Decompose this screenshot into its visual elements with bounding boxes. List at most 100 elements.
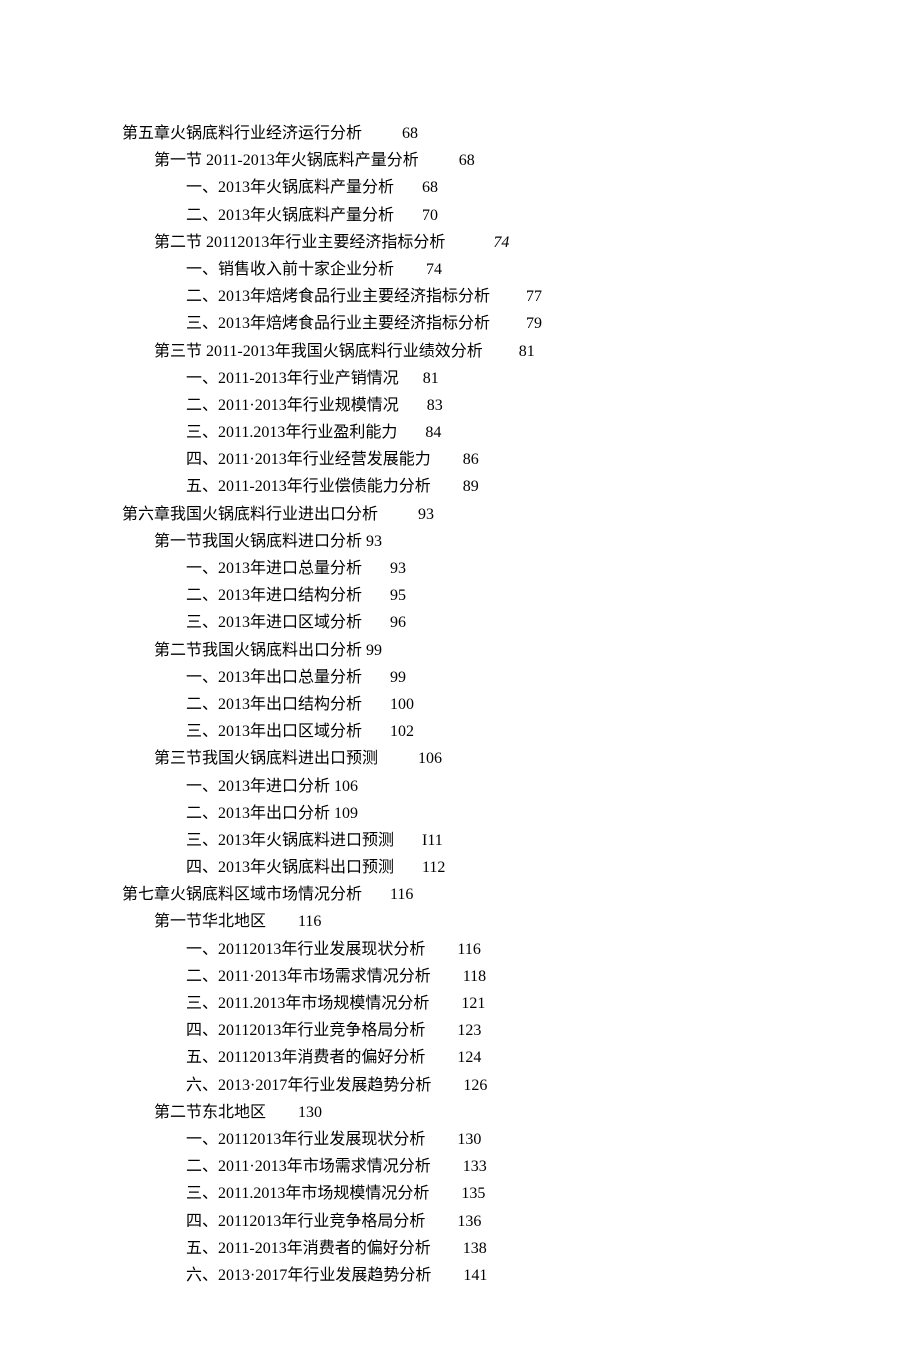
toc-text: 三、2011.2013年市场规模情况分析 xyxy=(186,1185,429,1202)
toc-gap xyxy=(483,343,519,360)
toc-entry: 第一节我国火锅底料进口分析 93 xyxy=(154,528,840,555)
toc-page-number: 100 xyxy=(390,696,414,713)
toc-entry: 一、2013年进口总量分析 93 xyxy=(186,555,840,582)
toc-page-number: 68 xyxy=(459,152,475,169)
toc-gap xyxy=(425,1131,457,1148)
toc-page-number: 136 xyxy=(457,1213,481,1230)
toc-page-number: 138 xyxy=(463,1240,487,1257)
toc-entry: 六、2013·2017年行业发展趋势分析 126 xyxy=(186,1072,840,1099)
toc-gap xyxy=(266,913,298,930)
toc-page-number: 112 xyxy=(422,859,445,876)
toc-page-number: 130 xyxy=(457,1131,481,1148)
toc-entry: 三、2011.2013年市场规模情况分析 135 xyxy=(186,1180,840,1207)
toc-page-number: 124 xyxy=(457,1049,481,1066)
toc-page-number: I11 xyxy=(422,832,443,849)
toc-gap xyxy=(425,1022,457,1039)
toc-gap xyxy=(431,478,463,495)
toc-text: 四、2011·2013年行业经营发展能力 xyxy=(186,451,431,468)
toc-text: 一、20112013年行业发展现状分析 xyxy=(186,1131,425,1148)
toc-text: 二、2011·2013年市场需求情况分析 xyxy=(186,968,431,985)
toc-text: 二、2013年焙烤食品行业主要经济指标分析 xyxy=(186,288,490,305)
toc-text: 第三节 2011-2013年我国火锅底料行业绩效分析 xyxy=(154,343,483,360)
toc-gap xyxy=(362,560,390,577)
toc-page-number: 74 xyxy=(493,234,509,251)
toc-page-number: 70 xyxy=(422,207,438,224)
toc-gap xyxy=(431,451,463,468)
toc-text: 一、2013年进口总量分析 xyxy=(186,560,362,577)
toc-page-number: 133 xyxy=(463,1158,487,1175)
toc-entry: 三、2013年火锅底料进口预测 I11 xyxy=(186,827,840,854)
toc-text: 三、2011.2013年行业盈利能力 xyxy=(186,424,397,441)
toc-gap xyxy=(362,886,390,903)
toc-gap xyxy=(394,832,422,849)
toc-text: 二、2013年火锅底料产量分析 xyxy=(186,207,394,224)
toc-gap xyxy=(394,179,422,196)
toc-text: 一、2013年进口分析 106 xyxy=(186,778,358,795)
toc-text: 第六章我国火锅底料行业进出口分析 xyxy=(122,506,378,523)
toc-entry: 六、2013·2017年行业发展趋势分析 141 xyxy=(186,1262,840,1289)
toc-page-number: 68 xyxy=(422,179,438,196)
toc-gap xyxy=(362,125,402,142)
toc-entry: 二、2013年出口结构分析 100 xyxy=(186,691,840,718)
toc-text: 二、2013年进口结构分析 xyxy=(186,587,362,604)
toc-page-number: 121 xyxy=(461,995,485,1012)
toc-page-number: 84 xyxy=(425,424,441,441)
toc-text: 三、2013年焙烤食品行业主要经济指标分析 xyxy=(186,315,490,332)
toc-gap xyxy=(362,669,390,686)
toc-gap xyxy=(362,587,390,604)
toc-page-number: 126 xyxy=(463,1077,487,1094)
toc-page-number: 116 xyxy=(457,941,480,958)
toc-gap xyxy=(429,995,461,1012)
toc-page-number: 96 xyxy=(390,614,406,631)
toc-entry: 一、2011-2013年行业产销情况 81 xyxy=(186,365,840,392)
toc-page-number: 95 xyxy=(390,587,406,604)
toc-text: 第一节我国火锅底料进口分析 93 xyxy=(154,533,382,550)
toc-entry: 一、2013年火锅底料产量分析 68 xyxy=(186,174,840,201)
toc-gap xyxy=(490,315,526,332)
toc-entry: 四、20112013年行业竞争格局分析 136 xyxy=(186,1208,840,1235)
toc-gap xyxy=(362,723,390,740)
toc-entry: 四、2013年火锅底料出口预测 112 xyxy=(186,854,840,881)
toc-text: 五、2011-2013年消费者的偏好分析 xyxy=(186,1240,431,1257)
toc-entry: 二、2013年火锅底料产量分析 70 xyxy=(186,202,840,229)
toc-page-number: 123 xyxy=(457,1022,481,1039)
toc-page-number: 116 xyxy=(390,886,413,903)
toc-entry: 三、2011.2013年市场规模情况分析 121 xyxy=(186,990,840,1017)
toc-gap xyxy=(378,506,418,523)
toc-page-number: 68 xyxy=(402,125,418,142)
toc-text: 一、销售收入前十家企业分析 xyxy=(186,261,394,278)
toc-gap xyxy=(431,1158,463,1175)
toc-page-number: 102 xyxy=(390,723,414,740)
toc-gap xyxy=(394,207,422,224)
toc-gap xyxy=(429,1185,461,1202)
toc-entry: 第三节我国火锅底料进出口预测 106 xyxy=(154,745,840,772)
toc-page-number: 130 xyxy=(298,1104,322,1121)
toc-gap xyxy=(362,614,390,631)
toc-gap xyxy=(425,1049,457,1066)
toc-entry: 一、2013年进口分析 106 xyxy=(186,773,840,800)
toc-text: 二、2013年出口结构分析 xyxy=(186,696,362,713)
toc-entry: 五、2011-2013年行业偿债能力分析 89 xyxy=(186,473,840,500)
toc-page-number: 135 xyxy=(461,1185,485,1202)
toc-entry: 三、2013年进口区域分析 96 xyxy=(186,609,840,636)
toc-page-number: 81 xyxy=(519,343,535,360)
toc-text: 五、2011-2013年行业偿债能力分析 xyxy=(186,478,431,495)
toc-text: 六、2013·2017年行业发展趋势分析 xyxy=(186,1267,431,1284)
toc-page-number: 116 xyxy=(298,913,321,930)
toc-entry: 二、2011·2013年市场需求情况分析 133 xyxy=(186,1153,840,1180)
toc-entry: 五、20112013年消费者的偏好分析 124 xyxy=(186,1044,840,1071)
toc-text: 三、2013年进口区域分析 xyxy=(186,614,362,631)
toc-gap xyxy=(378,750,418,767)
toc-text: 二、2011·2013年行业规模情况 xyxy=(186,397,399,414)
toc-text: 六、2013·2017年行业发展趋势分析 xyxy=(186,1077,431,1094)
toc-entry: 二、2013年焙烤食品行业主要经济指标分析 77 xyxy=(186,283,840,310)
toc-entry: 第二节 20112013年行业主要经济指标分析 74 xyxy=(154,229,840,256)
toc-entry: 二、2013年进口结构分析 95 xyxy=(186,582,840,609)
toc-gap xyxy=(425,1213,457,1230)
toc-text: 四、2013年火锅底料出口预测 xyxy=(186,859,394,876)
toc-text: 二、2013年出口分析 109 xyxy=(186,805,358,822)
toc-text: 第一节华北地区 xyxy=(154,913,266,930)
toc-page-number: 77 xyxy=(526,288,542,305)
toc-entry: 一、销售收入前十家企业分析 74 xyxy=(186,256,840,283)
document-page: 第五章火锅底料行业经济运行分析 68第一节 2011-2013年火锅底料产量分析… xyxy=(0,0,920,1369)
